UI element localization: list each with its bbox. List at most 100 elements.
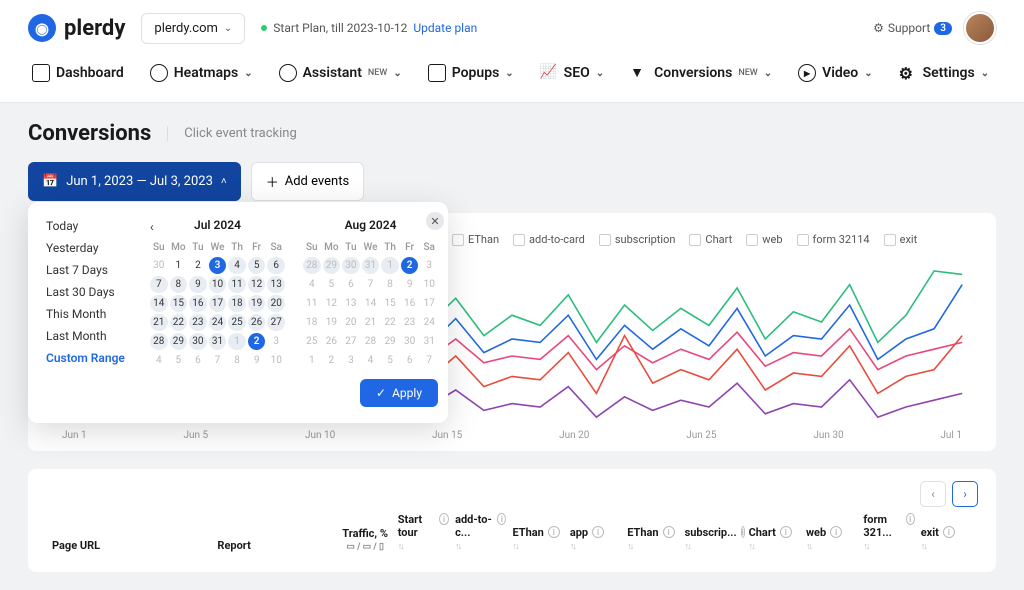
cal-day[interactable]: 16 [401,295,419,312]
cal-day[interactable]: 24 [209,314,227,331]
brand-logo[interactable]: ◉ plerdy [28,14,125,42]
cal-day[interactable]: 14 [362,295,380,312]
cal-day[interactable]: 31 [362,257,380,274]
cal-day[interactable]: 5 [323,276,341,293]
cal-day[interactable]: 4 [362,352,380,369]
nav-heatmaps[interactable]: Heatmaps⌄ [146,56,257,90]
sort-icon[interactable]: ↑↓ [455,541,506,552]
th-metric[interactable]: webi↑↓ [806,526,857,552]
nav-popups[interactable]: Popups⌄ [424,56,518,90]
prev-month-button[interactable]: ‹ [150,220,154,234]
info-icon[interactable]: i [741,526,745,538]
info-icon[interactable]: i [497,513,506,525]
add-events-button[interactable]: ＋ Add events [251,162,364,201]
cal-day[interactable]: 26 [323,333,341,350]
sort-icon[interactable]: ↑↓ [806,541,857,552]
legend-item[interactable]: add-to-card [513,233,585,246]
cal-day[interactable]: 23 [401,314,419,331]
cal-day[interactable]: 1 [381,257,399,274]
cal-day[interactable]: 13 [342,295,360,312]
cal-day[interactable]: 21 [362,314,380,331]
cal-day[interactable]: 6 [401,352,419,369]
sort-icon[interactable]: ↑↓ [627,541,678,552]
cal-day[interactable]: 6 [342,276,360,293]
cal-day[interactable]: 31 [209,333,227,350]
cal-day[interactable]: 27 [342,333,360,350]
cal-day[interactable]: 28 [362,333,380,350]
cal-day[interactable]: 7 [420,352,438,369]
cal-day[interactable]: 6 [267,257,285,274]
info-icon[interactable]: i [548,526,560,538]
cal-day[interactable]: 5 [170,352,188,369]
nav-seo[interactable]: 📈SEO⌄ [536,56,608,90]
sort-icon[interactable]: ↑↓ [685,541,743,552]
cal-day[interactable]: 4 [303,276,321,293]
cal-day[interactable]: 23 [189,314,207,331]
info-icon[interactable]: i [780,526,792,538]
cal-day[interactable]: 6 [189,352,207,369]
cal-day[interactable]: 30 [401,333,419,350]
preset-yesterday[interactable]: Yesterday [46,240,126,256]
cal-day[interactable]: 8 [170,276,188,293]
preset-last-month[interactable]: Last Month [46,328,126,344]
th-metric[interactable]: add-to-c...i↑↓ [455,513,506,552]
cal-day[interactable]: 7 [209,352,227,369]
cal-day[interactable]: 9 [401,276,419,293]
sort-icon[interactable]: ↑↓ [863,541,914,552]
cal-day[interactable]: 16 [189,295,207,312]
cal-day[interactable]: 12 [248,276,266,293]
cal-day[interactable]: 29 [170,333,188,350]
cal-day[interactable]: 13 [267,276,285,293]
preset-custom-range[interactable]: Custom Range [46,350,126,366]
cal-day[interactable]: 12 [323,295,341,312]
sort-icon[interactable]: ↑↓ [512,541,563,552]
cal-day[interactable]: 30 [150,257,168,274]
preset-last-7-days[interactable]: Last 7 Days [46,262,126,278]
cal-day[interactable]: 15 [170,295,188,312]
th-report[interactable]: Report [217,539,332,552]
site-selector[interactable]: plerdy.com ⌄ [141,13,245,44]
cal-day[interactable]: 31 [420,333,438,350]
cal-day[interactable]: 5 [248,257,266,274]
sort-icon[interactable]: ↑↓ [570,541,621,552]
apply-button[interactable]: ✓ Apply [360,379,438,407]
pager-prev[interactable]: ‹ [920,481,946,507]
cal-day[interactable]: 3 [420,257,438,274]
cal-day[interactable]: 8 [228,352,246,369]
update-plan-link[interactable]: Update plan [413,21,477,35]
cal-day[interactable]: 4 [150,352,168,369]
cal-day[interactable]: 26 [248,314,266,331]
cal-day[interactable]: 4 [228,257,246,274]
cal-day[interactable]: 17 [420,295,438,312]
cal-day[interactable]: 2 [323,352,341,369]
close-icon[interactable]: ✕ [426,212,444,230]
cal-day[interactable]: 1 [170,257,188,274]
sort-icon[interactable]: ↑↓ [749,541,800,552]
cal-day[interactable]: 24 [420,314,438,331]
cal-day[interactable]: 7 [150,276,168,293]
cal-day[interactable]: 3 [342,352,360,369]
nav-settings[interactable]: ⚙Settings⌄ [895,56,994,90]
th-metric[interactable]: Charti↑↓ [749,526,800,552]
cal-day[interactable]: 27 [267,314,285,331]
date-range-button[interactable]: 📅 Jun 1, 2023 — Jul 3, 2023 ˄ [28,162,241,201]
sort-icon[interactable]: ↑↓ [921,541,972,552]
cal-day[interactable]: 30 [189,333,207,350]
th-metric[interactable]: Start touri↑↓ [398,513,449,552]
preset-today[interactable]: Today [46,218,126,234]
cal-day[interactable]: 2 [401,257,419,274]
cal-day[interactable]: 29 [381,333,399,350]
cal-day[interactable]: 20 [267,295,285,312]
nav-conversions[interactable]: ▼ConversionsNEW⌄ [626,56,776,90]
cal-day[interactable]: 2 [248,333,266,350]
cal-day[interactable]: 9 [248,352,266,369]
cal-day[interactable]: 29 [323,257,341,274]
cal-day[interactable]: 9 [189,276,207,293]
nav-assistant[interactable]: AssistantNEW⌄ [275,56,406,90]
cal-day[interactable]: 30 [342,257,360,274]
legend-item[interactable]: web [746,233,782,246]
cal-day[interactable]: 10 [267,352,285,369]
info-icon[interactable]: i [906,513,915,525]
cal-day[interactable]: 18 [228,295,246,312]
cal-day[interactable]: 25 [303,333,321,350]
